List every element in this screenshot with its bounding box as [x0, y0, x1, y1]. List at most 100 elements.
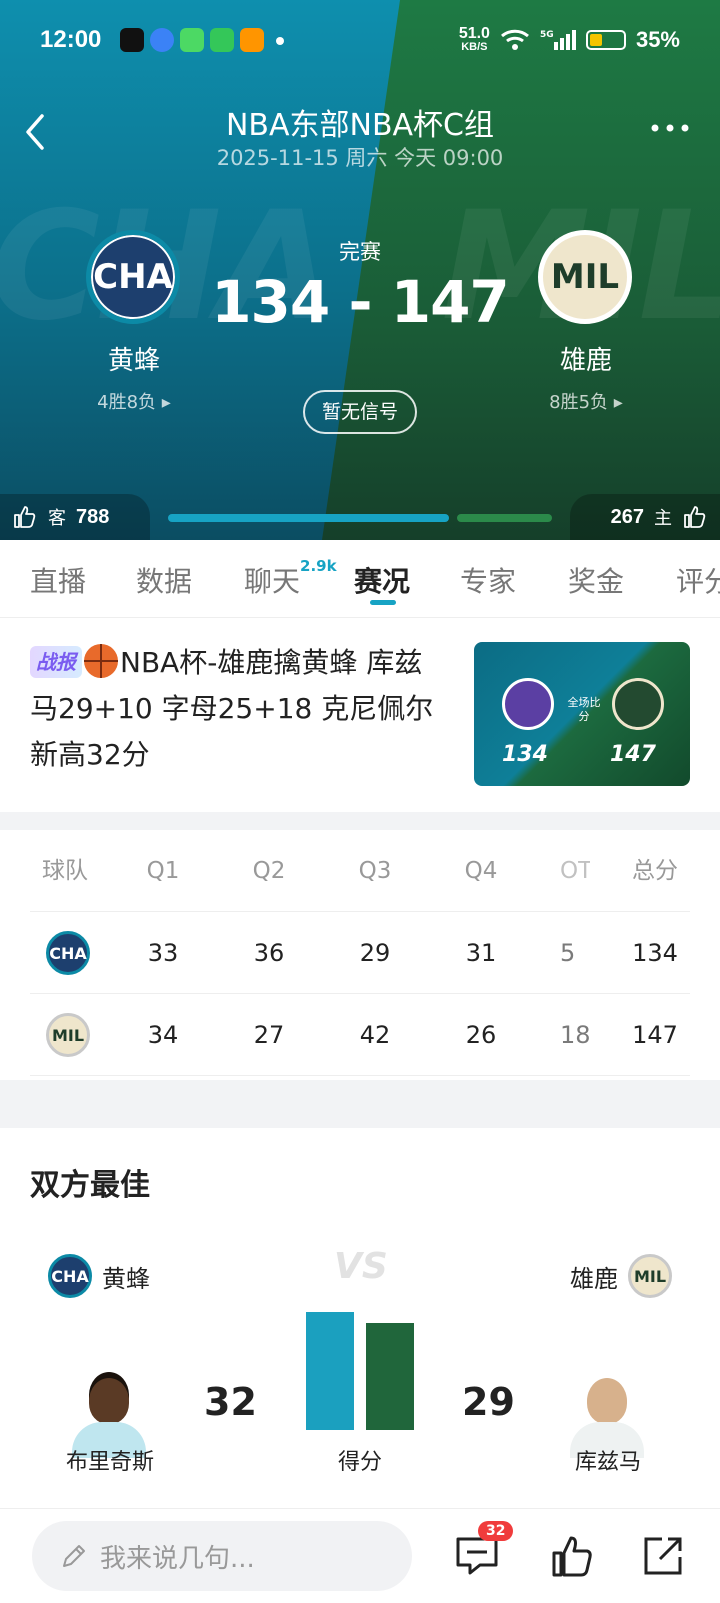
- cell-q4: 31: [465, 939, 497, 967]
- cell-q1: 33: [147, 939, 179, 967]
- news-card[interactable]: 战报 NBA杯-雄鹿擒黄蜂 库兹马29+10 字母25+18 克尼佩尔新高32分 …: [0, 618, 720, 812]
- away-mini-logo: CHA: [48, 1254, 92, 1298]
- tab-chat-label: 聊天: [244, 565, 301, 598]
- speed-unit: KB/S: [461, 41, 488, 53]
- home-vote-count: 267: [610, 505, 644, 528]
- report-badge: 战报: [30, 646, 82, 678]
- cell-q1: 34: [147, 1021, 179, 1049]
- basketball-icon: [84, 644, 118, 678]
- tab-rating[interactable]: 评分: [676, 560, 720, 600]
- away-points-bar: [306, 1312, 354, 1430]
- match-score: 134 - 147: [211, 268, 510, 336]
- tab-live[interactable]: 直播: [30, 560, 86, 600]
- cell-q2: 27: [253, 1021, 285, 1049]
- match-datetime: 2025-11-15 周六 今天 09:00: [216, 146, 504, 170]
- cellular-5g-icon: 5G: [540, 29, 576, 50]
- table-row: CHA 33 36 29 31 5 134: [30, 912, 690, 994]
- tab-chat[interactable]: 聊天2.9k: [244, 556, 337, 600]
- comment-input[interactable]: 我来说几句...: [32, 1521, 412, 1591]
- system-indicators: 51.0 KB/S 5G 35%: [459, 26, 680, 53]
- comment-count-badge: 32: [478, 1521, 514, 1541]
- home-vote-label: 主: [654, 508, 672, 529]
- section-title: 双方最佳: [30, 1168, 150, 1203]
- tab-experts[interactable]: 专家: [460, 560, 516, 600]
- cell-q4: 26: [465, 1021, 497, 1049]
- away-vote-button[interactable]: 客 788: [0, 494, 150, 540]
- news-thumbnail: 全场比分 134 147: [474, 642, 690, 786]
- chat-count-badge: 2.9k: [300, 556, 337, 575]
- home-player-points: 29: [462, 1380, 515, 1424]
- notification-icons: [120, 28, 284, 52]
- battery-percent: 35%: [635, 26, 680, 52]
- thumbnail-home-score: 147: [610, 742, 656, 767]
- active-tab-indicator: [370, 600, 396, 605]
- home-mini-logo: MIL: [46, 1013, 90, 1057]
- header-total: 总分: [632, 858, 678, 884]
- bucks-logo: [612, 678, 664, 730]
- away-vote-count: 788: [76, 505, 110, 528]
- player-head: [89, 1378, 129, 1424]
- cell-q2: 36: [253, 939, 285, 967]
- more-notifications-dot: [276, 37, 284, 45]
- thumbnail-away-score: 134: [502, 742, 548, 767]
- header-q2: Q2: [252, 858, 286, 884]
- header-q1: Q1: [146, 858, 180, 884]
- app-8-icon: [150, 28, 174, 52]
- away-mini-logo: CHA: [46, 931, 90, 975]
- cell-total: 134: [632, 939, 678, 967]
- clock: 12:00: [40, 26, 102, 53]
- match-header: CHA MIL 12:00 51.0 KB/S 5G: [0, 0, 720, 540]
- messages-icon: [210, 28, 234, 52]
- tab-stats[interactable]: 数据: [136, 560, 192, 600]
- table-header-row: 球队 Q1 Q2 Q3 Q4 OT 总分: [30, 830, 690, 912]
- like-icon[interactable]: [550, 1533, 596, 1579]
- battery-icon: [585, 29, 626, 50]
- home-points-bar: [366, 1323, 414, 1430]
- best-players-section: 双方最佳 CHA 黄蜂 VS 雄鹿 MIL 32 29 布里奇斯 得分 库兹马: [0, 1128, 720, 1508]
- thumbs-up-icon: [14, 506, 36, 528]
- cell-q3: 42: [359, 1021, 391, 1049]
- home-player-name[interactable]: 库兹马: [538, 1444, 678, 1476]
- home-team-record[interactable]: 8胜5负 ▸: [516, 388, 656, 414]
- home-mini-logo: MIL: [628, 1254, 672, 1298]
- best-away-team-name: 黄蜂: [102, 1264, 150, 1293]
- player-head: [587, 1378, 627, 1424]
- signal-button[interactable]: 暂无信号: [303, 390, 417, 434]
- pencil-icon: [63, 1545, 85, 1567]
- tab-bonus[interactable]: 奖金: [568, 560, 624, 600]
- header-team: 球队: [42, 858, 88, 884]
- best-away-team: CHA 黄蜂: [48, 1254, 150, 1298]
- weibo-icon: [240, 28, 264, 52]
- away-vote-label: 客: [48, 508, 66, 529]
- stat-label: 得分: [337, 1450, 382, 1475]
- svg-text:5G: 5G: [540, 30, 554, 40]
- cell-ot: 18: [560, 1021, 590, 1049]
- more-button[interactable]: [650, 112, 690, 133]
- speed-value: 51.0: [458, 25, 490, 42]
- hornets-logo: [502, 678, 554, 730]
- best-home-team-name: 雄鹿: [570, 1264, 618, 1293]
- away-team-record[interactable]: 4胜8负 ▸: [64, 388, 204, 414]
- home-team-name[interactable]: 雄鹿: [516, 340, 656, 377]
- support-vote-bar: 客 788 267 主: [0, 494, 720, 540]
- tiktok-icon: [120, 28, 144, 52]
- cell-total: 147: [632, 1021, 678, 1049]
- more-dots-icon: [651, 124, 689, 132]
- away-player-name[interactable]: 布里奇斯: [40, 1444, 180, 1476]
- comment-placeholder: 我来说几句...: [100, 1543, 255, 1574]
- tab-match-status[interactable]: 赛况: [354, 560, 410, 600]
- page-title: NBA东部NBA杯C组: [225, 108, 495, 143]
- away-team-name[interactable]: 黄蜂: [64, 340, 204, 377]
- wechat-mini-icon: [180, 28, 204, 52]
- cell-ot: 5: [560, 939, 576, 967]
- status-bar: 12:00 51.0 KB/S 5G 35%: [0, 22, 720, 62]
- best-home-team: 雄鹿 MIL: [570, 1254, 672, 1298]
- thumbnail-caption: 全场比分: [567, 696, 601, 723]
- wifi-icon: [500, 29, 529, 50]
- network-speed: 51.0 KB/S: [459, 26, 490, 53]
- away-vote-fill: [168, 514, 449, 522]
- share-icon[interactable]: [640, 1533, 686, 1579]
- away-player-points: 32: [204, 1380, 257, 1424]
- home-vote-button[interactable]: 267 主: [570, 494, 720, 540]
- home-vote-fill: [457, 514, 552, 522]
